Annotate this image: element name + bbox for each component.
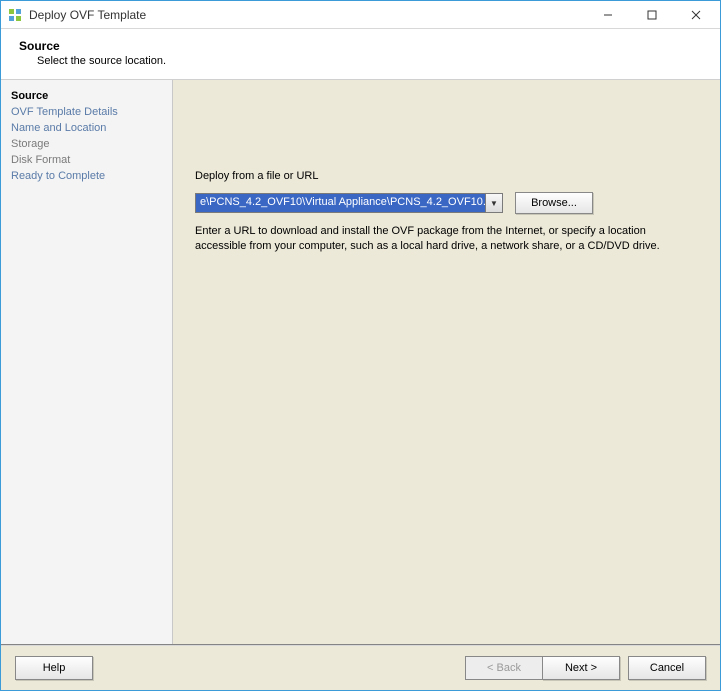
back-button[interactable]: < Back [465, 656, 543, 680]
header-subtitle: Select the source location. [19, 55, 702, 67]
wizard-footer: Help < Back Next > Cancel [1, 644, 720, 690]
wizard-body: Source OVF Template Details Name and Loc… [1, 79, 720, 644]
step-ready-complete[interactable]: Ready to Complete [11, 168, 162, 184]
step-storage[interactable]: Storage [11, 136, 162, 152]
step-name-location[interactable]: Name and Location [11, 120, 162, 136]
wizard-header: Source Select the source location. [1, 29, 720, 79]
close-button[interactable] [674, 2, 718, 28]
source-path-combo[interactable]: e\PCNS_4.2_OVF10\Virtual Appliance\PCNS_… [195, 193, 503, 213]
next-button[interactable]: Next > [542, 656, 620, 680]
source-hint-text: Enter a URL to download and install the … [195, 224, 675, 254]
maximize-button[interactable] [630, 2, 674, 28]
help-button[interactable]: Help [15, 656, 93, 680]
step-ovf-details[interactable]: OVF Template Details [11, 104, 162, 120]
step-disk-format[interactable]: Disk Format [11, 152, 162, 168]
wizard-content: Deploy from a file or URL e\PCNS_4.2_OVF… [173, 80, 720, 644]
source-input-row: e\PCNS_4.2_OVF10\Virtual Appliance\PCNS_… [195, 192, 698, 214]
cancel-button[interactable]: Cancel [628, 656, 706, 680]
wizard-steps-sidebar: Source OVF Template Details Name and Loc… [1, 80, 173, 644]
window-title: Deploy OVF Template [29, 8, 586, 22]
titlebar: Deploy OVF Template [1, 1, 720, 29]
header-title: Source [19, 39, 702, 53]
minimize-button[interactable] [586, 2, 630, 28]
step-source[interactable]: Source [11, 88, 162, 104]
app-icon [7, 7, 23, 23]
deploy-prompt-label: Deploy from a file or URL [195, 170, 698, 182]
nav-button-group: < Back Next > [465, 656, 620, 680]
chevron-down-icon[interactable]: ▼ [485, 193, 503, 213]
source-path-input[interactable]: e\PCNS_4.2_OVF10\Virtual Appliance\PCNS_… [195, 193, 485, 213]
browse-button[interactable]: Browse... [515, 192, 593, 214]
